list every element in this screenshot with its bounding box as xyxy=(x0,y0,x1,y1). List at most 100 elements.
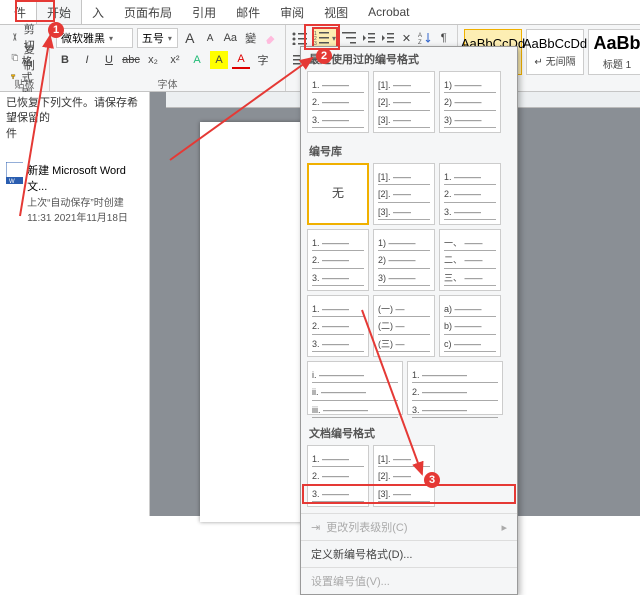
clear-format-button[interactable] xyxy=(263,29,279,47)
bold-button[interactable]: B xyxy=(56,51,74,69)
font-color-button[interactable]: A xyxy=(232,51,250,69)
num-format-roman[interactable]: i. ————— ii. ————— iii. ————— xyxy=(307,361,403,415)
style-preview: AaBb xyxy=(593,33,640,54)
num-format-doc1[interactable]: 1. ——— 2. ——— 3. ——— xyxy=(307,445,369,507)
indent-icon xyxy=(381,31,395,45)
group-font-label: 字体 xyxy=(50,76,285,91)
tab-review[interactable]: 审阅 xyxy=(270,0,314,25)
style-heading1[interactable]: AaBb 标题 1 xyxy=(588,29,640,75)
enclose-char-button[interactable]: 字 xyxy=(254,51,272,69)
show-marks-button[interactable]: ¶ xyxy=(436,29,451,47)
decrease-indent-button[interactable] xyxy=(362,29,377,47)
shrink-font-button[interactable]: A xyxy=(202,29,218,47)
style-label: 标题 1 xyxy=(603,56,631,71)
tab-mailings[interactable]: 邮件 xyxy=(226,0,270,25)
tab-bar: 件 开始 入 页面布局 引用 邮件 审阅 视图 Acrobat xyxy=(0,0,640,24)
tab-insert[interactable]: 入 xyxy=(82,0,114,25)
file-name: 新建 Microsoft Word 文... xyxy=(27,162,143,194)
section-library: 编号库 xyxy=(301,139,517,163)
italic-button[interactable]: I xyxy=(78,51,96,69)
underline-button[interactable]: U xyxy=(100,51,118,69)
recovery-message2: 件 xyxy=(6,127,143,142)
define-new-format-item[interactable]: 定义新编号格式(D)... xyxy=(301,540,517,567)
style-preview: AaBbCcDd xyxy=(523,36,587,51)
chevron-down-icon: ▾ xyxy=(332,34,336,43)
change-case-button[interactable]: Aa xyxy=(222,29,238,47)
word-doc-icon: W xyxy=(6,162,23,184)
highlight-button[interactable]: A xyxy=(210,51,228,69)
num-format-bracket2[interactable]: [1]. —— [2]. —— [3]. —— xyxy=(373,163,435,225)
multilevel-list-button[interactable] xyxy=(342,29,358,47)
asian-layout-button[interactable]: ✕ xyxy=(399,29,414,47)
num-format-arabic-dot5[interactable]: 1. ————— 2. ————— 3. ————— xyxy=(407,361,503,415)
num-format-cn[interactable]: 一、 —— 二、 —— 三、 —— xyxy=(439,229,501,291)
svg-text:Z: Z xyxy=(418,40,422,45)
scissors-icon xyxy=(10,30,20,44)
tab-acrobat[interactable]: Acrobat xyxy=(358,1,419,23)
num-format-paren[interactable]: 1) ——— 2) ——— 3) ——— xyxy=(439,71,501,133)
num-format-arabic-dot[interactable]: 1. ——— 2. ——— 3. ——— xyxy=(307,71,369,133)
chevron-down-icon: ▾ xyxy=(168,34,172,43)
section-docfmts: 文档编号格式 xyxy=(301,421,517,445)
svg-text:A: A xyxy=(418,33,422,39)
bullets-icon xyxy=(292,31,308,45)
superscript-button[interactable]: x² xyxy=(166,51,184,69)
file-meta1: 上次“自动保存”时创建 xyxy=(27,194,143,209)
recovery-message: 已恢复下列文件。请保存希望保留的 xyxy=(6,96,143,127)
tab-references[interactable]: 引用 xyxy=(182,0,226,25)
section-recent: 最近使用过的编号格式 xyxy=(301,47,517,71)
tab-view[interactable]: 视图 xyxy=(314,0,358,25)
group-font: 微软雅黑 ▾ 五号 ▾ A A Aa 變 B I U abc x₂ x² A A A… xyxy=(50,25,286,91)
set-value-label: 设置编号值(V)... xyxy=(311,573,390,589)
phonetic-button[interactable]: 變 xyxy=(242,29,258,47)
sort-icon: AZ xyxy=(418,31,432,45)
multilevel-icon xyxy=(342,31,358,45)
bullets-button[interactable] xyxy=(292,29,308,47)
font-size-value: 五号 xyxy=(142,30,164,46)
group-clipboard: 剪切 复制 格式刷 贴板 xyxy=(0,25,50,91)
change-level-label: 更改列表级别(C) xyxy=(326,519,407,535)
recovery-panel: 已恢复下列文件。请保存希望保留的 件 W 新建 Microsoft Word 文… xyxy=(0,92,150,516)
num-format-none[interactable]: 无 xyxy=(307,163,369,225)
num-format-bracket[interactable]: [1]. —— [2]. —— [3]. —— xyxy=(373,71,435,133)
docfmts-grid: 1. ——— 2. ——— 3. ——— [1]. —— [2]. —— [3]… xyxy=(301,445,517,513)
chevron-right-icon: ▸ xyxy=(501,521,507,534)
svg-text:W: W xyxy=(9,179,15,184)
num-format-abc[interactable]: a) ——— b) ——— c) ——— xyxy=(439,295,501,357)
grow-font-button[interactable]: A xyxy=(182,29,198,47)
chevron-down-icon: ▾ xyxy=(109,34,113,43)
copy-icon xyxy=(10,50,20,64)
tab-page-layout[interactable]: 页面布局 xyxy=(114,0,182,25)
library-grid: 无 [1]. —— [2]. —— [3]. —— 1. ——— 2. ——— … xyxy=(301,163,517,421)
num-format-arabic-dot3[interactable]: 1. ——— 2. ——— 3. ——— xyxy=(307,229,369,291)
num-format-paren2[interactable]: 1) ——— 2) ——— 3) ——— xyxy=(373,229,435,291)
num-format-arabic-dot4[interactable]: 1. ——— 2. ——— 3. ——— xyxy=(307,295,369,357)
define-format-label: 定义新编号格式(D)... xyxy=(311,546,412,562)
file-meta2: 11:31 2021年11月18日 xyxy=(27,209,143,224)
numbering-icon: 123 xyxy=(314,31,330,45)
style-no-spacing[interactable]: AaBbCcDd ↵ 无间隔 xyxy=(526,29,584,75)
numbering-dropdown-panel: 最近使用过的编号格式 1. ——— 2. ——— 3. ——— [1]. —— … xyxy=(300,46,518,595)
change-list-level-item: ⇥ 更改列表级别(C) ▸ xyxy=(301,513,517,540)
text-effect-button[interactable]: A xyxy=(188,51,206,69)
increase-indent-button[interactable] xyxy=(381,29,396,47)
subscript-button[interactable]: x₂ xyxy=(144,51,162,69)
tab-home[interactable]: 开始 xyxy=(36,0,82,25)
sort-button[interactable]: AZ xyxy=(418,29,433,47)
font-name-combo[interactable]: 微软雅黑 ▾ xyxy=(56,28,133,48)
indent-level-icon: ⇥ xyxy=(311,521,320,534)
group-clipboard-label: 贴板 xyxy=(0,76,49,91)
style-label: ↵ 无间隔 xyxy=(534,53,575,68)
svg-text:3: 3 xyxy=(314,41,317,45)
font-size-combo[interactable]: 五号 ▾ xyxy=(137,28,178,48)
font-name-value: 微软雅黑 xyxy=(61,30,105,46)
num-format-doc2[interactable]: [1]. —— [2]. —— [3]. —— xyxy=(373,445,435,507)
num-format-cn-paren[interactable]: (一) — (二) — (三) — xyxy=(373,295,435,357)
num-format-arabic-dot2[interactable]: 1. ——— 2. ——— 3. ——— xyxy=(439,163,501,225)
set-value-item: 设置编号值(V)... xyxy=(301,567,517,594)
recovery-file-item[interactable]: W 新建 Microsoft Word 文... 上次“自动保存”时创建 11:… xyxy=(6,162,143,224)
outdent-icon xyxy=(362,31,376,45)
recent-grid: 1. ——— 2. ——— 3. ——— [1]. —— [2]. —— [3]… xyxy=(301,71,517,139)
strike-button[interactable]: abc xyxy=(122,51,140,69)
eraser-icon xyxy=(264,31,278,45)
